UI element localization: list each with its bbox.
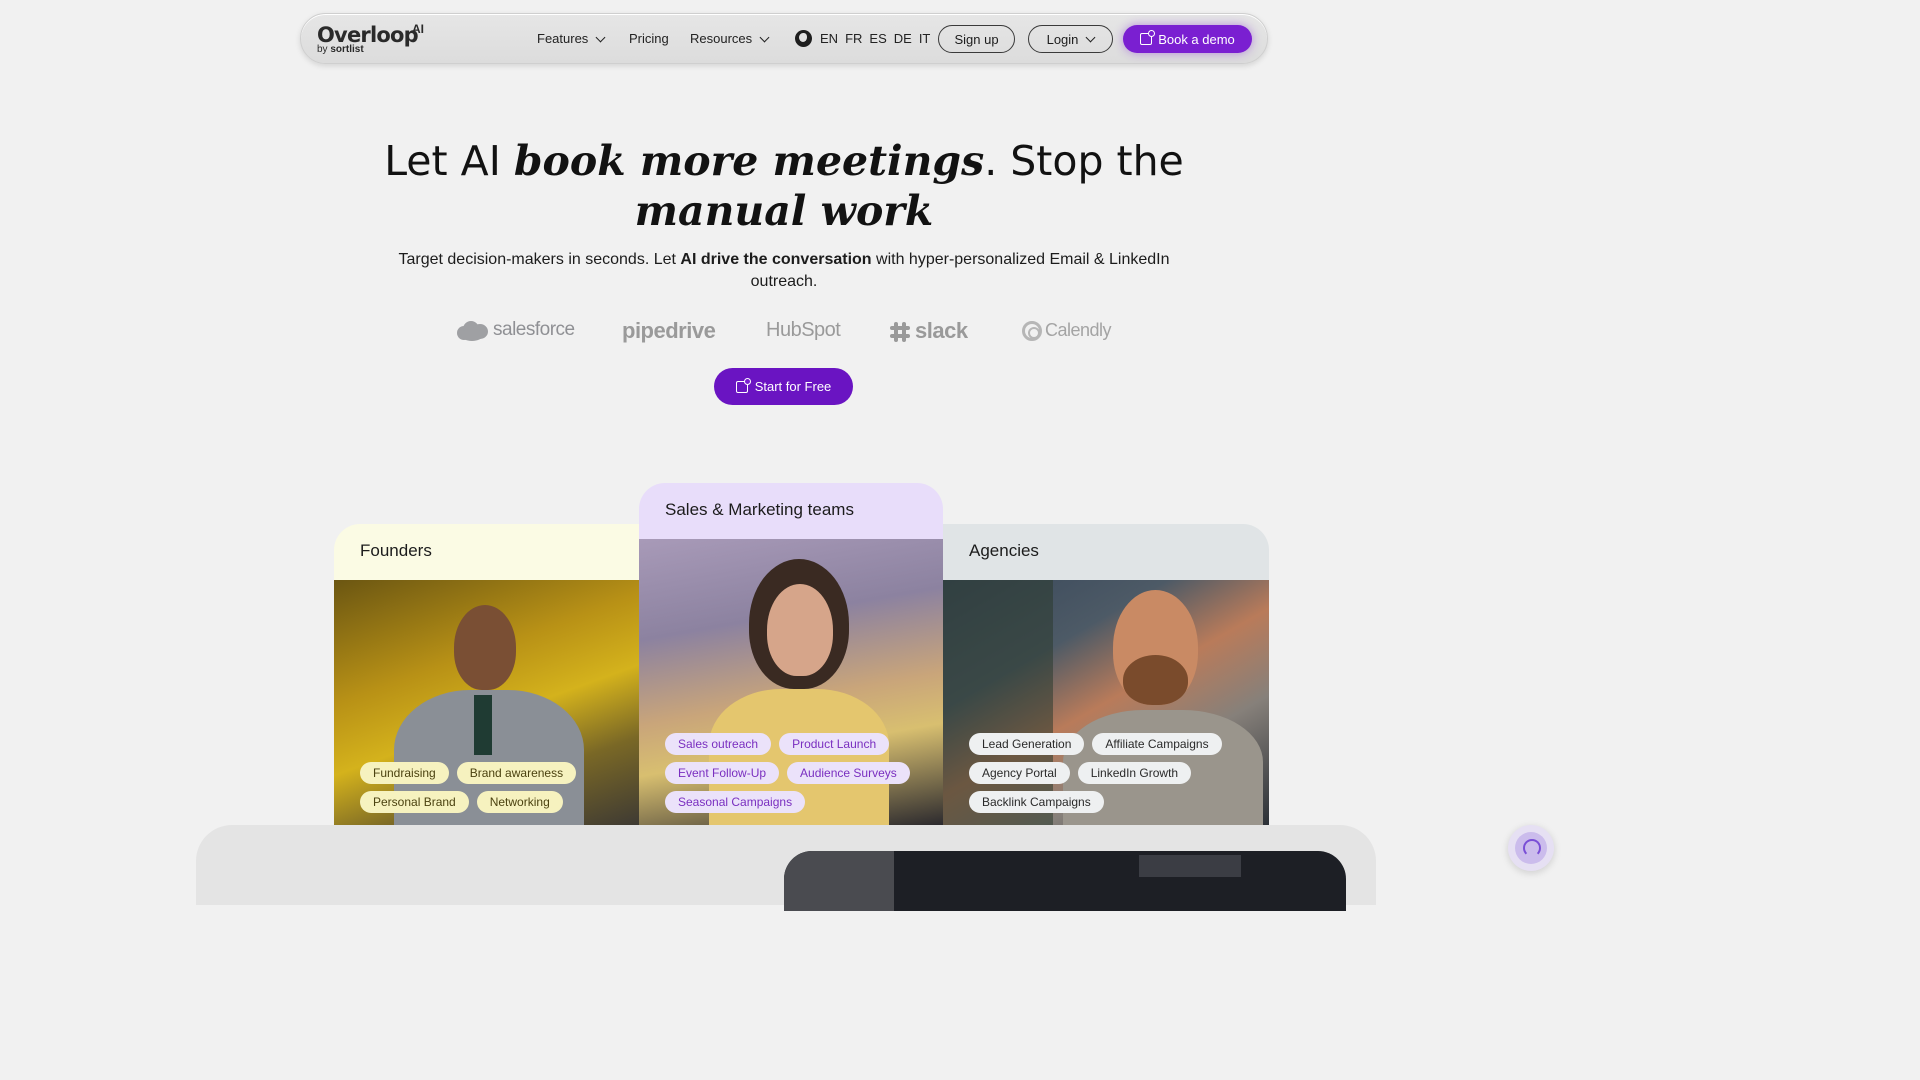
hero-title-part1: Let AI [384, 137, 514, 185]
calendly-logo: Calendly [1045, 320, 1112, 340]
hero-subtitle-bold: AI drive the conversation [680, 251, 872, 268]
calendar-icon [735, 377, 751, 393]
overloop-logo[interactable]: Overloop AI by sortlist [317, 22, 424, 55]
lang-en[interactable]: EN [820, 31, 838, 46]
integration-logos: salesforce pipedrive HubSpot slack Calen… [455, 316, 1115, 348]
hero-subtitle-part1: Target decision-makers in seconds. Let [398, 251, 681, 268]
persona-card-agencies[interactable]: Agencies Lead Generation Affiliate Campa… [943, 524, 1269, 825]
lang-es[interactable]: ES [869, 31, 886, 46]
nav-features[interactable]: Features [537, 31, 606, 46]
tag-chip[interactable]: Networking [476, 791, 563, 813]
tag-chip[interactable]: Lead Generation [969, 733, 1085, 755]
nav-pricing[interactable]: Pricing [629, 31, 669, 46]
tag-chip[interactable]: Sales outreach [665, 733, 772, 755]
hero-subtitle: Target decision-makers in seconds. Let A… [384, 249, 1184, 293]
hubspot-logo: HubSpot [766, 319, 841, 341]
nav-resources-label: Resources [690, 31, 753, 46]
chevron-down-icon [759, 32, 770, 42]
chevron-down-icon [1085, 32, 1096, 43]
tag-chip[interactable]: Brand awareness [456, 762, 577, 784]
lang-de[interactable]: DE [894, 31, 912, 46]
persona-card-sales-marketing[interactable]: Sales & Marketing teams Sales outreach P… [639, 483, 943, 825]
globe-icon [795, 30, 812, 47]
start-free-label: Start for Free [754, 379, 832, 394]
hero-title-emphasis-1: book more meetings [513, 137, 985, 185]
card-title: Founders [334, 524, 639, 580]
nav-features-label: Features [537, 31, 589, 46]
sales-tags: Sales outreach Product Launch Event Foll… [665, 733, 925, 813]
founders-tags: Fundraising Brand awareness Personal Bra… [360, 762, 620, 813]
lang-it[interactable]: IT [919, 31, 931, 46]
login-label: Login [1046, 31, 1079, 47]
salesforce-logo: salesforce [493, 319, 575, 340]
slack-logo: slack [915, 318, 968, 343]
book-demo-button[interactable]: Book a demo [1123, 25, 1252, 53]
signup-label: Sign up [954, 31, 999, 47]
persona-card-founders[interactable]: Founders Fundraising Brand awareness Per… [334, 524, 639, 825]
card-title: Sales & Marketing teams [639, 483, 943, 539]
person-face [767, 584, 833, 676]
pipedrive-logo: pipedrive [622, 318, 716, 343]
lang-fr[interactable]: FR [845, 31, 862, 46]
hero-title-part2: . Stop the [984, 137, 1184, 185]
logo-by-brand: sortlist [330, 44, 364, 55]
tag-chip[interactable]: LinkedIn Growth [1077, 762, 1192, 784]
card-title: Agencies [943, 524, 1269, 580]
start-free-button[interactable]: Start for Free [714, 368, 853, 405]
product-screenshot-preview [784, 851, 1346, 911]
salesforce-cloud-icon [455, 319, 489, 341]
language-switcher: EN FR ES DE IT [820, 31, 930, 46]
tag-chip[interactable]: Event Follow-Up [665, 762, 780, 784]
tag-chip[interactable]: Product Launch [779, 733, 890, 755]
login-button[interactable]: Login [1028, 25, 1113, 53]
support-chat-button[interactable] [1508, 825, 1554, 871]
tag-chip[interactable]: Fundraising [360, 762, 449, 784]
person-beard [1123, 655, 1188, 705]
hero-title-emphasis-2: manual work [634, 187, 934, 235]
slack-hash-icon [890, 322, 910, 342]
signup-button[interactable]: Sign up [938, 25, 1015, 53]
tag-chip[interactable]: Agency Portal [969, 762, 1070, 784]
support-headset-icon [1515, 832, 1547, 864]
logo-by-text: by [317, 44, 328, 55]
logo-ai-suffix: AI [412, 22, 424, 36]
tag-chip[interactable]: Personal Brand [360, 791, 469, 813]
calendar-icon [1140, 30, 1156, 45]
hero-title: Let AI book more meetings. Stop the manu… [0, 136, 1568, 236]
chevron-down-icon [595, 32, 606, 42]
tag-chip[interactable]: Seasonal Campaigns [665, 791, 806, 813]
tie-shape [474, 695, 492, 755]
top-navbar: Overloop AI by sortlist Features Pricing… [300, 13, 1268, 64]
book-demo-label: Book a demo [1158, 31, 1235, 47]
person-head [454, 605, 516, 690]
tag-chip[interactable]: Affiliate Campaigns [1092, 733, 1222, 755]
nav-resources[interactable]: Resources [690, 31, 770, 46]
agencies-tags: Lead Generation Affiliate Campaigns Agen… [969, 733, 1249, 813]
tag-chip[interactable]: Audience Surveys [787, 762, 910, 784]
nav-pricing-label: Pricing [629, 31, 669, 46]
tag-chip[interactable]: Backlink Campaigns [969, 791, 1104, 813]
calendly-ring-icon [1022, 321, 1042, 341]
